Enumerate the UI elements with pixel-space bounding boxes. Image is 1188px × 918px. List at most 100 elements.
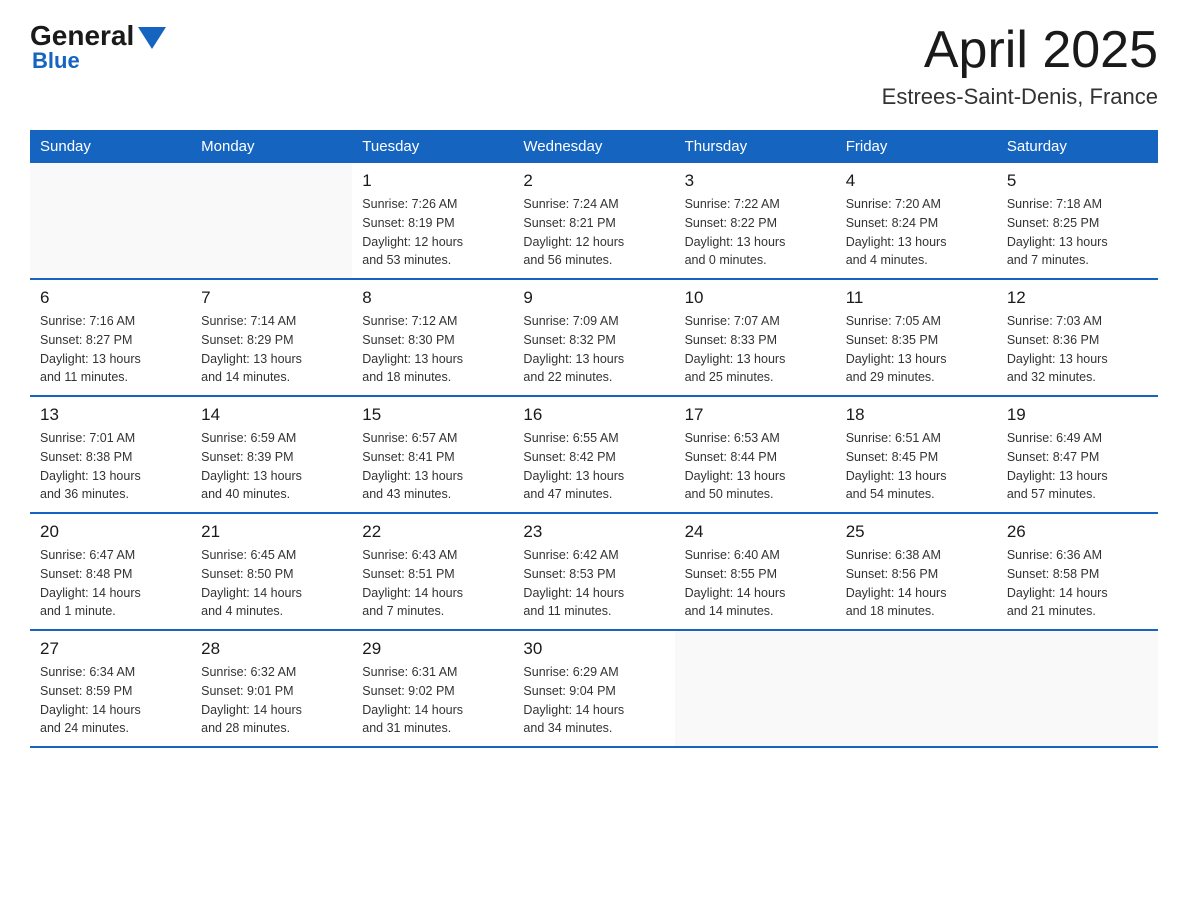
calendar-cell: 22 Sunrise: 6:43 AM Sunset: 8:51 PM Dayli… <box>352 513 513 630</box>
day-info: Sunrise: 7:03 AM Sunset: 8:36 PM Dayligh… <box>1007 312 1148 387</box>
day-info: Sunrise: 6:29 AM Sunset: 9:04 PM Dayligh… <box>523 663 664 738</box>
day-info: Sunrise: 7:05 AM Sunset: 8:35 PM Dayligh… <box>846 312 987 387</box>
day-number: 5 <box>1007 171 1148 191</box>
calendar-cell <box>191 163 352 279</box>
day-number: 17 <box>685 405 826 425</box>
calendar-week-row: 6Sunrise: 7:16 AM Sunset: 8:27 PM Daylig… <box>30 279 1158 396</box>
day-number: 25 <box>846 522 987 542</box>
calendar-cell: 18Sunrise: 6:51 AM Sunset: 8:45 PM Dayli… <box>836 396 997 513</box>
day-number: 18 <box>846 405 987 425</box>
day-info: Sunrise: 6:47 AM Sunset: 8:48 PM Dayligh… <box>40 546 181 621</box>
day-info: Sunrise: 7:01 AM Sunset: 8:38 PM Dayligh… <box>40 429 181 504</box>
calendar-cell: 21 Sunrise: 6:45 AM Sunset: 8:50 PM Dayli… <box>191 513 352 630</box>
calendar-cell: 16 Sunrise: 6:55 AM Sunset: 8:42 PM Dayli… <box>513 396 674 513</box>
day-number: 12 <box>1007 288 1148 308</box>
location-text: Estrees-Saint-Denis, France <box>882 84 1158 110</box>
day-info: Sunrise: 6:42 AM Sunset: 8:53 PM Dayligh… <box>523 546 664 621</box>
calendar-cell: 29 Sunrise: 6:31 AM Sunset: 9:02 PM Dayli… <box>352 630 513 747</box>
day-number: 11 <box>846 288 987 308</box>
day-info: Sunrise: 6:31 AM Sunset: 9:02 PM Dayligh… <box>362 663 503 738</box>
day-number: 1 <box>362 171 503 191</box>
day-number: 22 <box>362 522 503 542</box>
calendar-week-row: 20 Sunrise: 6:47 AM Sunset: 8:48 PM Dayli… <box>30 513 1158 630</box>
day-info: Sunrise: 6:36 AM Sunset: 8:58 PM Dayligh… <box>1007 546 1148 621</box>
day-info: Sunrise: 7:18 AM Sunset: 8:25 PM Dayligh… <box>1007 195 1148 270</box>
day-number: 14 <box>201 405 342 425</box>
calendar-cell: 23 Sunrise: 6:42 AM Sunset: 8:53 PM Dayli… <box>513 513 674 630</box>
day-info: Sunrise: 7:22 AM Sunset: 8:22 PM Dayligh… <box>685 195 826 270</box>
title-area: April 2025 Estrees-Saint-Denis, France <box>882 20 1158 110</box>
day-number: 21 <box>201 522 342 542</box>
day-info: Sunrise: 6:59 AM Sunset: 8:39 PM Dayligh… <box>201 429 342 504</box>
weekday-header-friday: Friday <box>836 130 997 163</box>
day-number: 8 <box>362 288 503 308</box>
day-info: Sunrise: 6:40 AM Sunset: 8:55 PM Dayligh… <box>685 546 826 621</box>
weekday-header-wednesday: Wednesday <box>513 130 674 163</box>
day-info: Sunrise: 6:55 AM Sunset: 8:42 PM Dayligh… <box>523 429 664 504</box>
weekday-header-sunday: Sunday <box>30 130 191 163</box>
calendar-cell: 20 Sunrise: 6:47 AM Sunset: 8:48 PM Dayli… <box>30 513 191 630</box>
day-number: 30 <box>523 639 664 659</box>
calendar-cell: 2 Sunrise: 7:24 AM Sunset: 8:21 PM Daylig… <box>513 163 674 279</box>
day-info: Sunrise: 6:34 AM Sunset: 8:59 PM Dayligh… <box>40 663 181 738</box>
day-info: Sunrise: 6:43 AM Sunset: 8:51 PM Dayligh… <box>362 546 503 621</box>
calendar-cell: 30 Sunrise: 6:29 AM Sunset: 9:04 PM Dayli… <box>513 630 674 747</box>
day-number: 29 <box>362 639 503 659</box>
calendar-cell: 28 Sunrise: 6:32 AM Sunset: 9:01 PM Dayli… <box>191 630 352 747</box>
day-number: 9 <box>523 288 664 308</box>
calendar-cell <box>30 163 191 279</box>
calendar-cell: 19 Sunrise: 6:49 AM Sunset: 8:47 PM Dayli… <box>997 396 1158 513</box>
calendar-week-row: 1 Sunrise: 7:26 AM Sunset: 8:19 PM Daylig… <box>30 163 1158 279</box>
day-info: Sunrise: 7:20 AM Sunset: 8:24 PM Dayligh… <box>846 195 987 270</box>
calendar-cell: 14 Sunrise: 6:59 AM Sunset: 8:39 PM Dayli… <box>191 396 352 513</box>
weekday-header-thursday: Thursday <box>675 130 836 163</box>
day-info: Sunrise: 7:07 AM Sunset: 8:33 PM Dayligh… <box>685 312 826 387</box>
day-info: Sunrise: 6:49 AM Sunset: 8:47 PM Dayligh… <box>1007 429 1148 504</box>
calendar-cell <box>675 630 836 747</box>
day-info: Sunrise: 6:45 AM Sunset: 8:50 PM Dayligh… <box>201 546 342 621</box>
day-number: 4 <box>846 171 987 191</box>
calendar-week-row: 27 Sunrise: 6:34 AM Sunset: 8:59 PM Dayli… <box>30 630 1158 747</box>
day-info: Sunrise: 7:24 AM Sunset: 8:21 PM Dayligh… <box>523 195 664 270</box>
calendar-cell: 13Sunrise: 7:01 AM Sunset: 8:38 PM Dayli… <box>30 396 191 513</box>
day-info: Sunrise: 7:09 AM Sunset: 8:32 PM Dayligh… <box>523 312 664 387</box>
day-info: Sunrise: 6:57 AM Sunset: 8:41 PM Dayligh… <box>362 429 503 504</box>
page-header: General Blue April 2025 Estrees-Saint-De… <box>30 20 1158 110</box>
calendar-cell: 8 Sunrise: 7:12 AM Sunset: 8:30 PM Daylig… <box>352 279 513 396</box>
day-number: 16 <box>523 405 664 425</box>
calendar-cell: 9 Sunrise: 7:09 AM Sunset: 8:32 PM Daylig… <box>513 279 674 396</box>
calendar-cell: 11 Sunrise: 7:05 AM Sunset: 8:35 PM Dayli… <box>836 279 997 396</box>
calendar-cell: 12 Sunrise: 7:03 AM Sunset: 8:36 PM Dayli… <box>997 279 1158 396</box>
day-number: 28 <box>201 639 342 659</box>
calendar-cell: 6Sunrise: 7:16 AM Sunset: 8:27 PM Daylig… <box>30 279 191 396</box>
day-info: Sunrise: 7:14 AM Sunset: 8:29 PM Dayligh… <box>201 312 342 387</box>
logo-triangle-icon <box>138 27 166 49</box>
day-number: 26 <box>1007 522 1148 542</box>
day-number: 7 <box>201 288 342 308</box>
day-info: Sunrise: 7:12 AM Sunset: 8:30 PM Dayligh… <box>362 312 503 387</box>
calendar-cell: 25Sunrise: 6:38 AM Sunset: 8:56 PM Dayli… <box>836 513 997 630</box>
calendar-table: SundayMondayTuesdayWednesdayThursdayFrid… <box>30 130 1158 748</box>
day-info: Sunrise: 6:32 AM Sunset: 9:01 PM Dayligh… <box>201 663 342 738</box>
weekday-header-tuesday: Tuesday <box>352 130 513 163</box>
calendar-cell: 10Sunrise: 7:07 AM Sunset: 8:33 PM Dayli… <box>675 279 836 396</box>
calendar-week-row: 13Sunrise: 7:01 AM Sunset: 8:38 PM Dayli… <box>30 396 1158 513</box>
day-info: Sunrise: 7:16 AM Sunset: 8:27 PM Dayligh… <box>40 312 181 387</box>
calendar-cell: 5 Sunrise: 7:18 AM Sunset: 8:25 PM Daylig… <box>997 163 1158 279</box>
month-title: April 2025 <box>882 20 1158 80</box>
day-number: 24 <box>685 522 826 542</box>
day-number: 27 <box>40 639 181 659</box>
weekday-header-saturday: Saturday <box>997 130 1158 163</box>
day-number: 3 <box>685 171 826 191</box>
day-number: 19 <box>1007 405 1148 425</box>
calendar-cell: 27 Sunrise: 6:34 AM Sunset: 8:59 PM Dayli… <box>30 630 191 747</box>
logo: General Blue <box>30 20 166 74</box>
calendar-cell: 15 Sunrise: 6:57 AM Sunset: 8:41 PM Dayli… <box>352 396 513 513</box>
day-number: 20 <box>40 522 181 542</box>
calendar-cell: 26 Sunrise: 6:36 AM Sunset: 8:58 PM Dayli… <box>997 513 1158 630</box>
day-info: Sunrise: 7:26 AM Sunset: 8:19 PM Dayligh… <box>362 195 503 270</box>
calendar-cell: 7 Sunrise: 7:14 AM Sunset: 8:29 PM Daylig… <box>191 279 352 396</box>
day-number: 2 <box>523 171 664 191</box>
day-number: 23 <box>523 522 664 542</box>
day-number: 15 <box>362 405 503 425</box>
